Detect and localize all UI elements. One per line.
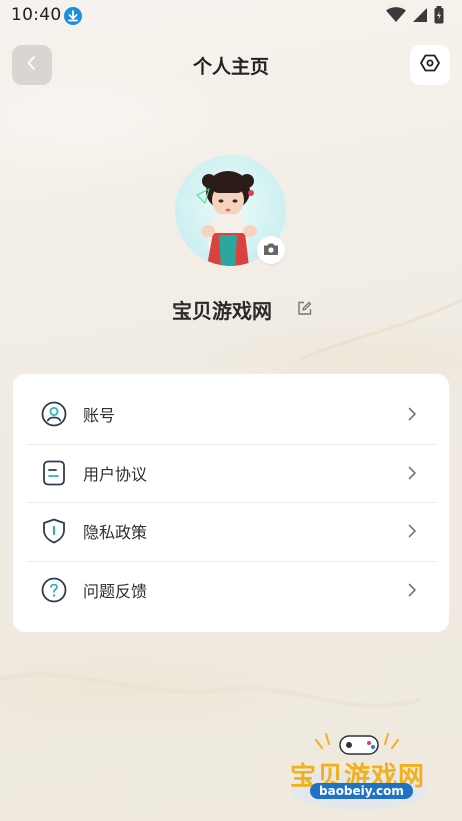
question-circle-icon [41, 577, 67, 603]
chevron-right-icon [404, 523, 420, 539]
menu-item-label: 账号 [83, 406, 116, 425]
menu-card: 账号 用户协议 隐私政策 问题反馈 [13, 374, 449, 632]
watermark-url: baobeiy.com [310, 783, 413, 799]
menu-item-user-agreement[interactable]: 用户协议 [26, 444, 436, 502]
avatar-container [175, 155, 286, 266]
signal-icon [412, 7, 428, 27]
settings-hexagon-icon [420, 53, 440, 77]
page-title: 个人主页 [192, 56, 269, 78]
menu-item-label: 用户协议 [83, 465, 148, 484]
edit-name-icon[interactable] [297, 301, 312, 320]
document-icon [41, 460, 67, 486]
menu-item-account[interactable]: 账号 [26, 385, 436, 443]
username: 宝贝游戏网 [172, 299, 272, 323]
battery-icon [434, 6, 444, 28]
menu-item-privacy-policy[interactable]: 隐私政策 [26, 502, 436, 560]
wifi-icon [386, 7, 406, 27]
download-icon [64, 7, 82, 25]
menu-item-label: 隐私政策 [83, 523, 148, 542]
user-circle-icon [41, 401, 67, 427]
status-time: 10:40 [11, 5, 62, 25]
chevron-right-icon [404, 465, 420, 481]
menu-item-feedback[interactable]: 问题反馈 [26, 561, 436, 619]
menu-item-label: 问题反馈 [83, 582, 148, 601]
chevron-right-icon [404, 582, 420, 598]
watermark-logo: 宝贝游戏网 baobeiy.com [286, 730, 432, 812]
change-avatar-button[interactable] [257, 236, 285, 264]
status-bar: 10:40 [0, 0, 462, 32]
camera-icon [263, 241, 279, 260]
chevron-right-icon [404, 406, 420, 422]
shield-icon [41, 518, 67, 544]
settings-button[interactable] [410, 45, 450, 85]
